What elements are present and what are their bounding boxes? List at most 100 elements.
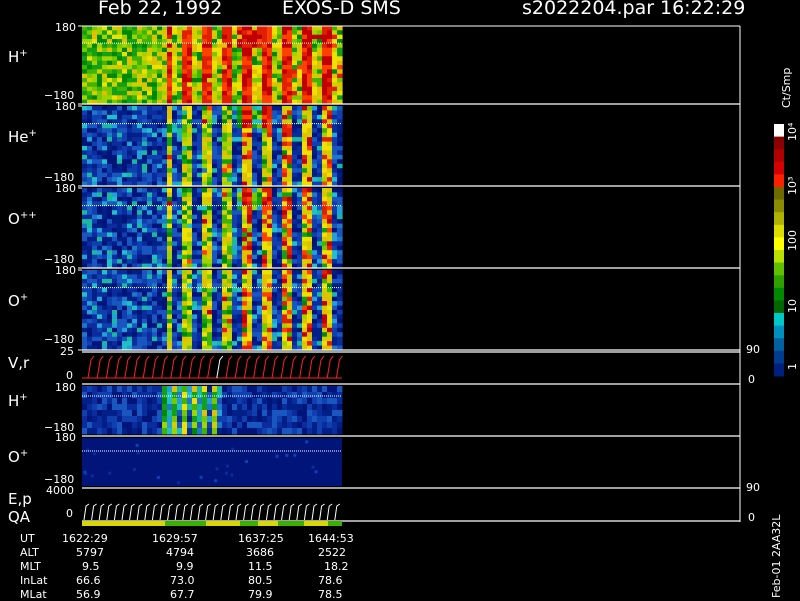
spectro-cell <box>327 214 333 220</box>
spectro-cell <box>237 270 243 275</box>
spectro-cell <box>217 236 223 242</box>
spectro-cell <box>272 205 278 211</box>
spectro-cell <box>322 52 328 57</box>
spectro-cell <box>182 137 188 143</box>
spectro-cell <box>137 106 143 111</box>
spectro-cell <box>222 73 228 79</box>
colorbar-segment <box>774 136 784 150</box>
spectro-cell <box>222 47 228 53</box>
spectro-cell <box>242 228 248 233</box>
spectro-cell <box>152 318 158 324</box>
spectro-cell <box>147 82 153 88</box>
spectro-cell <box>217 82 223 88</box>
spectro-cell <box>232 327 238 333</box>
spectro-cell <box>112 141 118 147</box>
spectro-cell <box>172 132 178 138</box>
spectro-cell <box>322 106 328 111</box>
spectro-cell <box>322 172 328 178</box>
spectro-cell <box>112 314 118 320</box>
spectro-cell <box>142 228 148 233</box>
spectro-cell <box>297 132 303 138</box>
h-plus-low-cell <box>182 416 188 423</box>
spectro-cell <box>87 232 93 238</box>
spectro-cell <box>217 336 223 342</box>
spectro-cell <box>197 341 203 347</box>
spectro-cell <box>167 318 173 324</box>
spectro-cell <box>267 318 273 324</box>
tick-ep-right-top: 90 <box>746 481 760 494</box>
spectro-cell <box>152 150 158 156</box>
spectro-cell <box>252 228 258 233</box>
spectro-cell <box>82 95 88 101</box>
spectro-cell <box>167 245 173 251</box>
spectro-cell <box>332 314 338 320</box>
spectro-cell <box>282 177 288 183</box>
spectro-cell <box>257 318 263 324</box>
spectro-cell <box>97 43 103 49</box>
spectro-cell <box>87 146 93 151</box>
spectro-cell <box>187 56 193 62</box>
ep-step-mark <box>83 503 90 521</box>
spectro-cell <box>287 114 293 120</box>
spectro-cell <box>267 163 273 169</box>
spectro-cell <box>287 341 293 347</box>
spectro-cell <box>297 86 303 92</box>
spectro-cell <box>102 86 108 92</box>
spectro-cell <box>207 245 213 251</box>
spectro-cell <box>152 245 158 251</box>
spectro-cell <box>192 69 198 75</box>
spectro-cell <box>227 332 233 338</box>
spectro-cell <box>127 254 133 260</box>
spectro-cell <box>167 159 173 165</box>
spectro-cell <box>257 323 263 329</box>
spectro-cell <box>217 141 223 147</box>
spectro-cell <box>97 192 103 198</box>
spectro-cell <box>197 236 203 242</box>
spectro-cell <box>317 341 323 347</box>
spectro-cell <box>87 34 93 40</box>
spectro-cell <box>92 78 98 83</box>
spectro-cell <box>82 114 88 120</box>
spectro-cell <box>332 223 338 229</box>
spectro-cell <box>107 341 113 347</box>
spectro-cell <box>112 110 118 116</box>
spectro-cell <box>277 196 283 202</box>
spectro-cell <box>312 241 318 247</box>
spectro-cell <box>212 159 218 165</box>
spectro-cell <box>242 150 248 156</box>
spectro-cell <box>97 146 103 151</box>
spectro-cell <box>232 318 238 324</box>
spectro-cell <box>267 154 273 160</box>
spectro-cell <box>177 39 183 44</box>
spectro-cell <box>252 154 258 160</box>
spectro-cell <box>212 296 218 302</box>
ephem-inlat-3: 80.5 <box>248 574 273 587</box>
spectro-cell <box>212 228 218 233</box>
spectro-cell <box>172 274 178 280</box>
spectro-cell <box>237 65 243 70</box>
spectro-cell <box>332 196 338 202</box>
spectro-cell <box>147 245 153 251</box>
spectro-cell <box>297 283 303 289</box>
spectro-cell <box>87 292 93 298</box>
spectro-cell <box>182 214 188 220</box>
spectro-cell <box>312 292 318 298</box>
spectro-cell <box>272 296 278 302</box>
spectro-cell <box>252 34 258 40</box>
o-plus-low-speck <box>230 473 234 477</box>
h-plus-low-cell <box>107 392 113 399</box>
spectro-cell <box>212 210 218 216</box>
spectro-cell <box>272 132 278 138</box>
tick-p2-top: 180 <box>55 100 76 113</box>
spectro-cell <box>127 177 133 183</box>
ephem-mlt-3: 11.5 <box>248 560 273 573</box>
spectro-cell <box>207 341 213 347</box>
spectro-cell <box>232 250 238 256</box>
colorbar-segment <box>774 237 784 251</box>
spectro-cell <box>337 196 343 202</box>
spectro-cell <box>292 270 298 275</box>
spectro-cell <box>252 168 258 174</box>
spectro-cell <box>332 241 338 247</box>
spectro-cell <box>237 241 243 247</box>
spectro-cell <box>292 163 298 169</box>
